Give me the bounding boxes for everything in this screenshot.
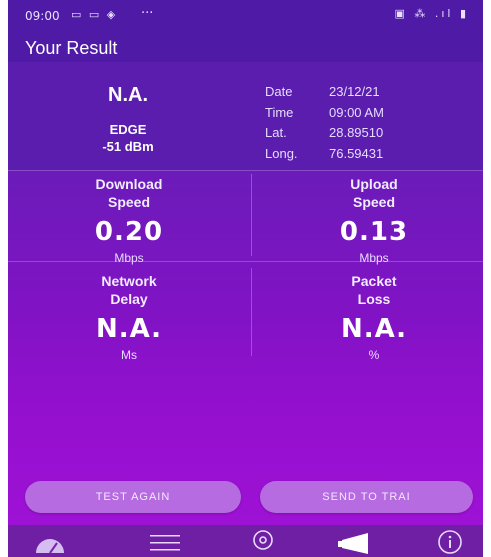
- download-title-line2: Speed: [107, 194, 150, 210]
- network-delay-unit: Ms: [121, 348, 137, 362]
- upload-speed-value: 0.13: [339, 217, 409, 247]
- latitude-value: 28.89510: [329, 125, 384, 140]
- location-pin-icon: [250, 530, 276, 557]
- nav-feedback[interactable]: [338, 531, 378, 557]
- upload-title-line2: Speed: [352, 194, 395, 210]
- app-screen: 09:00 ▭ ▭ ◈ ··· ▣ ⁂ .ıl ▮ Your Result N.…: [8, 0, 483, 557]
- packet-loss-metric: Packet Loss N.A. %: [274, 272, 474, 362]
- time-value: 09:00 AM: [329, 105, 384, 120]
- network-technology: EDGE: [109, 122, 147, 137]
- more-notifications-icon: ···: [141, 6, 154, 21]
- page-title: Your Result: [25, 38, 118, 58]
- speedometer-icon: [33, 531, 67, 557]
- loss-title-line1: Packet: [351, 273, 397, 289]
- delay-title-line2: Delay: [110, 291, 148, 307]
- operator-name: N.A.: [108, 84, 148, 106]
- send-to-trai-button[interactable]: SEND TO TRAI: [260, 481, 473, 513]
- longitude-value: 76.59431: [329, 146, 384, 161]
- loss-title-line2: Loss: [357, 291, 391, 307]
- status-bar: 09:00 ▭ ▭ ◈ ··· ▣ ⁂ .ıl ▮: [8, 0, 483, 30]
- test-again-button[interactable]: TEST AGAIN: [25, 481, 241, 513]
- upload-title-line1: Upload: [350, 176, 398, 192]
- list-icon: [149, 531, 181, 557]
- bottom-navigation: [8, 525, 483, 557]
- megaphone-icon: [338, 530, 378, 557]
- network-delay-metric: Network Delay N.A. Ms: [29, 272, 229, 362]
- signal-strength: -51 dBm: [102, 139, 154, 154]
- packet-loss-unit: %: [368, 348, 380, 362]
- upload-speed-unit: Mbps: [359, 251, 389, 265]
- nav-map[interactable]: [243, 530, 283, 557]
- nav-speed-test[interactable]: [30, 531, 70, 557]
- divider-vertical-top: [251, 174, 252, 256]
- nav-history[interactable]: [145, 531, 185, 557]
- network-delay-value: N.A.: [95, 314, 163, 344]
- info-icon: [436, 529, 464, 557]
- download-speed-value: 0.20: [94, 217, 164, 247]
- download-title-line1: Download: [95, 176, 163, 192]
- download-speed-unit: Mbps: [114, 251, 144, 265]
- longitude-label: Long.: [265, 146, 298, 161]
- date-label: Date: [265, 84, 293, 99]
- system-status-icons: ▣ ⁂ .ıl ▮: [394, 7, 469, 20]
- date-value: 23/12/21: [329, 84, 380, 99]
- nav-about[interactable]: [430, 529, 470, 557]
- divider-top: [8, 170, 483, 171]
- notification-icons: ▭ ▭ ◈: [71, 8, 118, 21]
- download-speed-metric: Download Speed 0.20 Mbps: [29, 175, 229, 265]
- app-header: Your Result: [8, 30, 483, 62]
- delay-title-line1: Network: [101, 273, 157, 289]
- time-label: Time: [265, 105, 294, 120]
- latitude-label: Lat.: [265, 125, 287, 140]
- upload-speed-metric: Upload Speed 0.13 Mbps: [274, 175, 474, 265]
- status-time: 09:00: [25, 9, 60, 23]
- packet-loss-value: N.A.: [340, 314, 408, 344]
- divider-vertical-bottom: [251, 268, 252, 356]
